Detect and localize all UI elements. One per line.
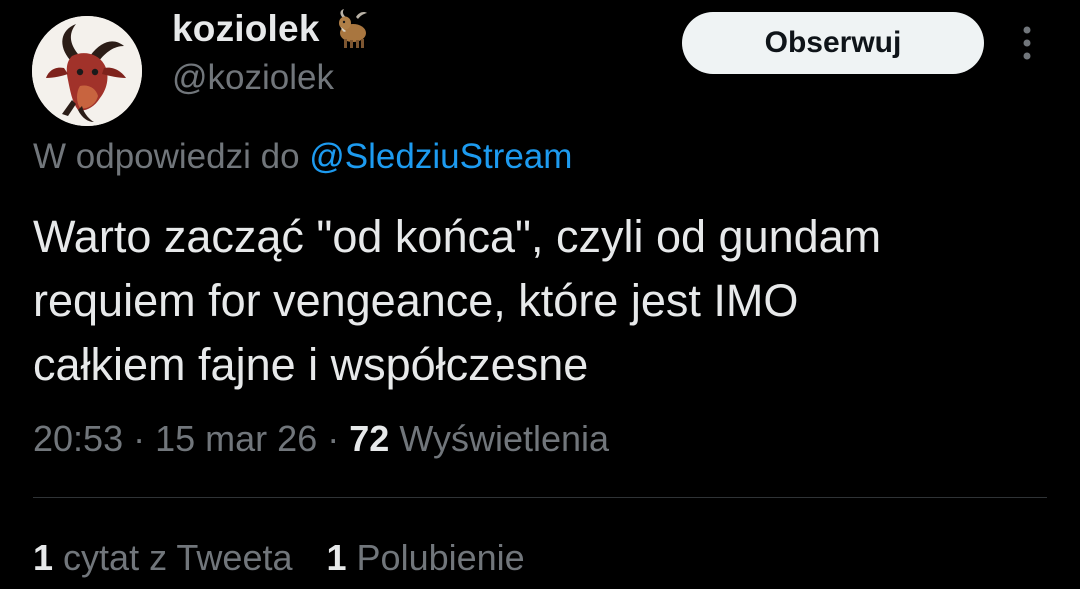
reply-mention-link[interactable]: @SledziuStream [309, 137, 572, 176]
tweet-stats: 1 cytat z Tweeta 1 Polubienie [33, 537, 525, 579]
likes-label: Polubienie [356, 537, 525, 578]
more-options-icon[interactable] [1012, 24, 1042, 64]
views-label: Wyświetlenia [399, 418, 610, 459]
views-count: 72 [349, 418, 390, 459]
reply-context-prefix: W odpowiedzi do [33, 137, 300, 176]
tweet-text-line: całkiem fajne i współczesne [33, 339, 589, 390]
divider [33, 497, 1047, 498]
quotes-label: cytat z Tweeta [63, 537, 293, 578]
author-display-name: koziolek [172, 8, 320, 49]
reply-context: W odpowiedzi do @SledziuStream [33, 137, 572, 177]
likes-stat[interactable]: 1 Polubienie [327, 537, 525, 579]
meta-separator: · [327, 418, 340, 459]
goat-icon [334, 9, 370, 49]
tweet-text-line: Warto zacząć "od końca", czyli od gundam [33, 211, 882, 262]
author-name[interactable]: koziolek [172, 6, 370, 52]
goat-head-icon [32, 16, 142, 126]
tweet-header: koziolek @koziolek Obserwuj [0, 0, 1080, 130]
tweet-text-line: requiem for vengeance, które jest IMO [33, 275, 799, 326]
quotes-count: 1 [33, 537, 54, 578]
tweet-date[interactable]: 15 mar 26 [155, 418, 317, 459]
meta-separator: · [133, 418, 146, 459]
tweet-meta: 20:53 · 15 mar 26 · 72 Wyświetlenia [33, 418, 609, 460]
avatar[interactable] [32, 16, 142, 126]
quotes-stat[interactable]: 1 cytat z Tweeta [33, 537, 293, 579]
follow-button[interactable]: Obserwuj [682, 12, 984, 74]
author-handle[interactable]: @koziolek [172, 58, 334, 98]
likes-count: 1 [326, 537, 347, 578]
tweet-time[interactable]: 20:53 [33, 418, 123, 459]
tweet-text: Warto zacząć "od końca", czyli od gundam… [33, 205, 1043, 397]
